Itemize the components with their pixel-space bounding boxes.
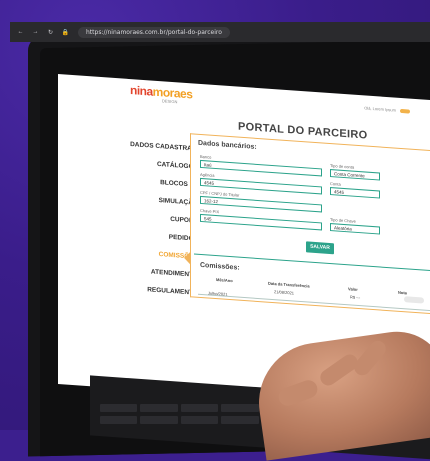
col-header-value: Valor (348, 286, 358, 292)
key (140, 416, 178, 424)
key (180, 404, 219, 412)
account-label: Conta (330, 181, 341, 187)
logout-pill[interactable] (400, 108, 410, 114)
key (180, 416, 219, 424)
key (100, 404, 138, 412)
reload-icon[interactable]: ↻ (46, 28, 55, 37)
logo-word-nina: nina (130, 83, 153, 99)
agency-label: Agência (200, 171, 215, 178)
bank-label: Banco (200, 153, 212, 160)
key (100, 416, 138, 424)
save-button[interactable]: SALVAR (306, 241, 334, 255)
col-header-note: Nota (398, 289, 407, 296)
nav-item-dados-cadastrais[interactable]: DADOS CADASTRAIS (130, 141, 198, 153)
row-value: R$ --- (350, 294, 361, 301)
browser-toolbar: ← → ↻ 🔒 https://ninamoraes.com.br/portal… (10, 22, 430, 42)
key (221, 416, 259, 424)
forward-icon[interactable]: → (31, 28, 40, 37)
logo-subtitle: DESIGN (162, 98, 178, 105)
greeting-text: Olá, Lorem Ipsum (364, 105, 396, 113)
lock-icon: 🔒 (61, 29, 70, 36)
key (221, 404, 259, 412)
col-header-month: Mês/Ano (216, 277, 233, 284)
user-greeting[interactable]: Olá, Lorem Ipsum (364, 105, 410, 114)
back-icon[interactable]: ← (16, 28, 25, 37)
sidebar-nav: DADOS CADASTRAIS CATÁLOGOS BLOCOS 3D SIM… (98, 139, 198, 297)
address-bar[interactable]: https://ninamoraes.com.br/portal-do-parc… (78, 26, 230, 38)
row-note-toggle[interactable] (404, 296, 424, 304)
key (140, 404, 178, 412)
